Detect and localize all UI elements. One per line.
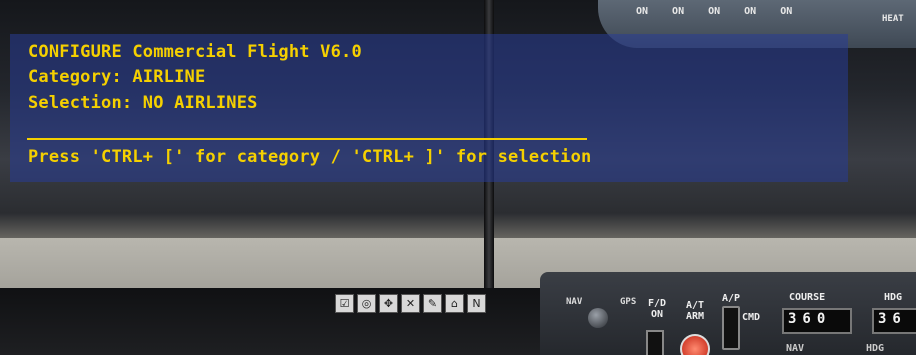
config-category: Category: AIRLINE — [28, 67, 206, 87]
nav-sub-label: NAV — [786, 343, 805, 354]
config-selection: Selection: NO AIRLINES — [28, 93, 258, 113]
config-separator — [27, 138, 587, 140]
fd-title: F/D — [647, 298, 667, 309]
hdg-value: 36 — [878, 311, 907, 327]
atc-icon[interactable]: ◎ — [357, 294, 376, 313]
gps-selector-label: GPS — [620, 298, 636, 307]
overhead-switch-label: ON — [708, 6, 721, 17]
fd-switch[interactable] — [646, 330, 664, 355]
course-label: COURSE — [789, 292, 826, 303]
fd-state: ON — [650, 309, 664, 320]
kneeboard-icon[interactable]: ✕ — [401, 294, 420, 313]
nav-selector-label: NAV — [566, 298, 582, 307]
map-icon[interactable]: ✎ — [423, 294, 442, 313]
fd-label: F/D ON — [643, 298, 671, 320]
config-instruction: Press 'CTRL+ [' for category / 'CTRL+ ]'… — [28, 147, 592, 167]
overhead-switch-row: ON ON ON ON ON — [636, 6, 792, 17]
nav-icon[interactable]: N — [467, 294, 486, 313]
hdg-label: HDG — [884, 292, 903, 303]
at-label: A/T ARM — [680, 300, 710, 322]
ap-cmd-switch[interactable] — [722, 306, 740, 350]
icon-bar: ☑ ◎ ✥ ✕ ✎ ⌂ N — [335, 294, 486, 313]
course-value: 360 — [788, 311, 832, 327]
overhead-switch-label: ON — [672, 6, 685, 17]
nav-gps-knob[interactable] — [588, 308, 608, 328]
checkbox-icon[interactable]: ☑ — [335, 294, 354, 313]
overhead-switch-label: ON — [744, 6, 757, 17]
gps-icon[interactable]: ✥ — [379, 294, 398, 313]
at-state: ARM — [685, 311, 705, 322]
config-title: CONFIGURE Commercial Flight V6.0 — [28, 42, 362, 62]
ap-label: A/P — [722, 293, 741, 304]
flight-sim-view: ON ON ON ON ON HEAT CONFIGURE Commercial… — [0, 0, 916, 355]
overhead-switch-label: ON — [780, 6, 793, 17]
fuel-icon[interactable]: ⌂ — [445, 294, 464, 313]
at-title: A/T — [685, 300, 705, 311]
cmd-label: CMD — [742, 312, 761, 323]
hdg-sub-label: HDG — [866, 343, 885, 354]
overhead-switch-label: ON — [636, 6, 649, 17]
overhead-heat-label: HEAT — [882, 14, 904, 24]
